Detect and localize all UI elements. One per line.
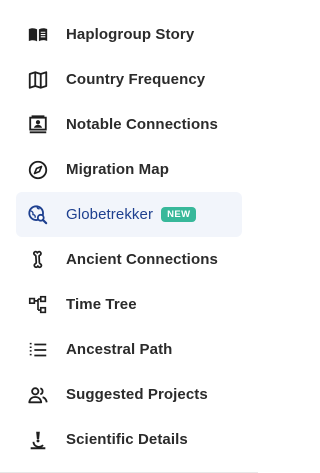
portrait-icon xyxy=(26,113,50,137)
people-icon xyxy=(26,383,50,407)
microscope-icon xyxy=(26,428,50,452)
nav-item-migration-map[interactable]: Migration Map xyxy=(16,147,242,192)
nav-item-label: Time Tree xyxy=(66,296,137,313)
tree-icon xyxy=(26,293,50,317)
nav-item-label: Migration Map xyxy=(66,161,169,178)
nav-item-label: Ancient Connections xyxy=(66,251,218,268)
nav-item-globetrekker[interactable]: Globetrekker NEW xyxy=(16,192,242,237)
nav-item-suggested-projects[interactable]: Suggested Projects xyxy=(16,372,242,417)
nav-item-label: Scientific Details xyxy=(66,431,188,448)
nav-item-label: Country Frequency xyxy=(66,71,206,88)
map-icon xyxy=(26,68,50,92)
new-badge: NEW xyxy=(161,206,197,223)
book-icon xyxy=(26,23,50,47)
nav-item-label: Ancestral Path xyxy=(66,341,173,358)
list-icon xyxy=(26,338,50,362)
compass-icon xyxy=(26,158,50,182)
nav-item-haplogroup-story[interactable]: Haplogroup Story xyxy=(16,12,242,57)
nav-item-label: Suggested Projects xyxy=(66,386,208,403)
nav-item-scientific-details[interactable]: Scientific Details xyxy=(16,417,242,462)
nav-item-label: Haplogroup Story xyxy=(66,26,195,43)
nav-item-notable-connections[interactable]: Notable Connections xyxy=(16,102,242,147)
nav-item-time-tree[interactable]: Time Tree xyxy=(16,282,242,327)
nav-item-label: Globetrekker xyxy=(66,206,154,223)
bone-icon xyxy=(26,248,50,272)
sidebar-nav: Haplogroup Story Country Frequency Notab… xyxy=(0,0,258,473)
nav-item-ancestral-path[interactable]: Ancestral Path xyxy=(16,327,242,372)
nav-item-country-frequency[interactable]: Country Frequency xyxy=(16,57,242,102)
globe-search-icon xyxy=(26,203,50,227)
nav-item-ancient-connections[interactable]: Ancient Connections xyxy=(16,237,242,282)
nav-item-label: Notable Connections xyxy=(66,116,218,133)
